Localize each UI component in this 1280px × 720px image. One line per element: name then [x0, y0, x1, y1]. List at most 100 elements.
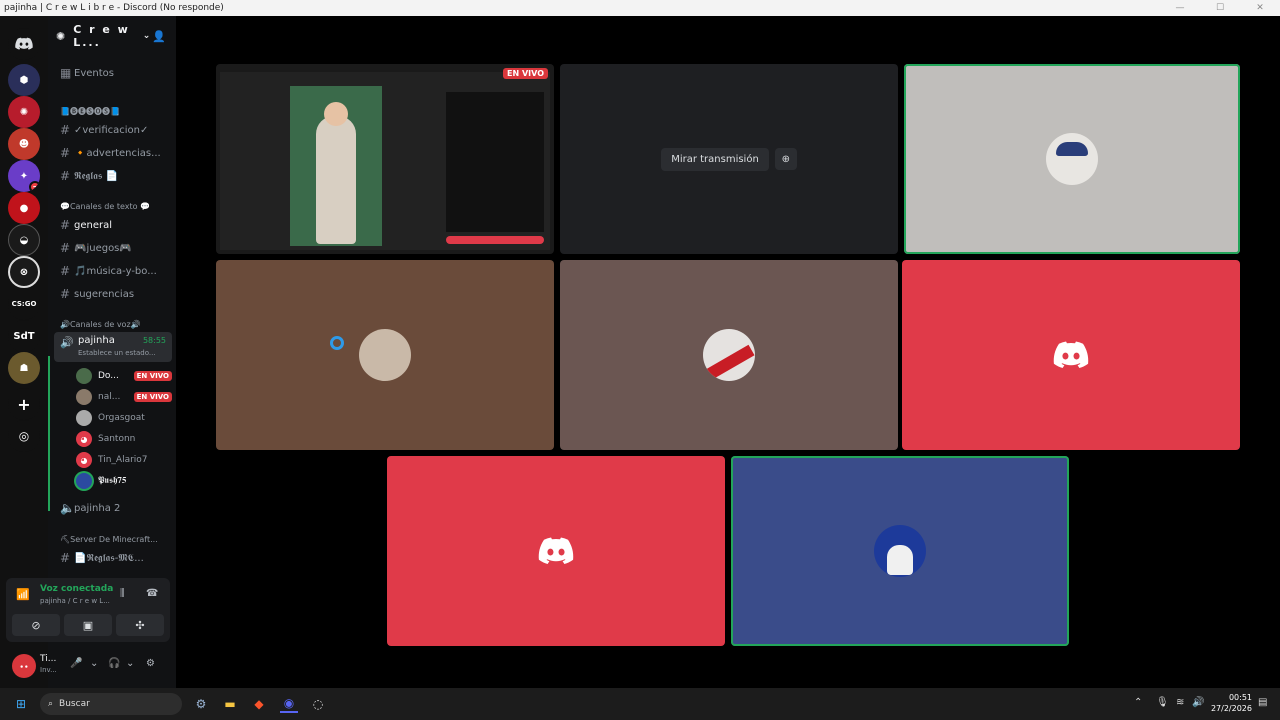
voice-user[interactable]: 𝕻𝖚𝖘𝖍𝟕𝟓: [76, 471, 172, 491]
user-tile-1[interactable]: [216, 260, 554, 450]
user-tile-4[interactable]: [387, 456, 725, 646]
user-avatar[interactable]: [12, 654, 36, 678]
hash-icon: #: [60, 218, 71, 232]
speaker-icon: 🔈: [60, 501, 75, 515]
discord-home-icon[interactable]: [8, 28, 40, 60]
discord-taskbar-icon[interactable]: ◉: [280, 695, 298, 713]
user-tile-3[interactable]: [902, 260, 1240, 450]
taskbar-clock[interactable]: 00:51 27/2/2026: [1211, 692, 1252, 714]
server-icon-7[interactable]: ⊗: [8, 256, 40, 288]
popout-icon[interactable]: ⊕: [774, 148, 797, 170]
channel-juegos[interactable]: # 🎮juegos🎮: [54, 238, 172, 258]
channel-general[interactable]: # general: [54, 215, 172, 235]
volume-icon[interactable]: 🔊: [1192, 697, 1204, 708]
stream-tile[interactable]: EN VIVO: [216, 64, 554, 254]
discord-logo-icon: [538, 537, 574, 565]
tray-chevron-icon[interactable]: ⌃: [1134, 697, 1142, 708]
channel-sugerencias[interactable]: # sugerencias: [54, 284, 172, 304]
discord-avatar-icon: ◕: [76, 431, 92, 447]
channel-musica[interactable]: # 🎵música-y-bo...: [54, 261, 172, 281]
server-icon-sdt[interactable]: SdT: [8, 320, 40, 352]
user-tile-sheep[interactable]: [904, 64, 1240, 254]
settings-icon[interactable]: ⚙: [192, 695, 210, 713]
category-minecraft[interactable]: ⛏Server De Minecraft...: [60, 532, 170, 546]
server-icon-6[interactable]: ◒: [8, 224, 40, 256]
guild-header[interactable]: ✺ C r e w L... ⌄ 👤: [48, 16, 176, 56]
avatar: [703, 329, 755, 381]
server-icon-5[interactable]: ●: [8, 192, 40, 224]
category-text[interactable]: 💬Canales de texto 💬: [60, 199, 170, 213]
discord-app: ⬢ ✺ ☻ ✦ 2 ● ◒ ⊗ CS:GO SdT ☗ + ◎ ✺ C r e w…: [0, 16, 1280, 688]
chevron-down-icon[interactable]: ⌄: [126, 658, 134, 669]
loading-cursor-icon: [330, 336, 344, 350]
camera-off-button[interactable]: ⊘: [12, 614, 60, 636]
headset-icon[interactable]: 🎧: [108, 658, 120, 669]
channel-events[interactable]: ▦ Eventos: [54, 63, 172, 83]
discord-logo-icon: [1053, 341, 1089, 369]
steam-icon[interactable]: ◌: [309, 695, 327, 713]
taskbar-search[interactable]: ⌕ Buscar: [40, 693, 182, 715]
watch-stream-button[interactable]: Mirar transmisión: [661, 147, 769, 171]
close-button[interactable]: ✕: [1240, 0, 1280, 16]
discover-icon[interactable]: ◎: [8, 420, 40, 452]
mention-badge: 2: [29, 181, 40, 192]
user-tile-2[interactable]: [560, 260, 898, 450]
voice-user[interactable]: Orgasgoat: [76, 408, 172, 428]
server-icon-1[interactable]: ⬢: [8, 64, 40, 96]
server-icon-4[interactable]: ✦ 2: [8, 160, 40, 192]
window-titlebar: pajinha | C r e w L i b r e - Discord (N…: [0, 0, 1280, 16]
user-tile-5[interactable]: [731, 456, 1069, 646]
voice-user[interactable]: nal... EN VIVO: [76, 387, 172, 407]
channel-advertencias[interactable]: # 🔸advertencias...: [54, 143, 172, 163]
screen-share-button[interactable]: ▣: [64, 614, 112, 636]
signal-icon: 📶: [16, 588, 30, 601]
voice-channel-pajinha-2[interactable]: 🔈 pajinha 2: [54, 498, 172, 518]
guild-logo-icon: ✺: [56, 29, 68, 43]
channel-reglas-mc[interactable]: # 📄𝕽𝖊𝖌𝖑𝖆𝖘-𝕸𝕮...: [54, 548, 172, 568]
category-voice[interactable]: 🔊Canales de voz🔊: [60, 317, 170, 331]
user-panel: Ti... Inv... 🎤 ⌄ 🎧 ⌄ ⚙: [6, 648, 170, 684]
voice-user[interactable]: ◕ Tin_Alario7: [76, 450, 172, 470]
voice-channel-pajinha[interactable]: 🔊 pajinha 58:55 Establece un estado...: [54, 332, 172, 362]
guild-name: C r e w L...: [73, 23, 130, 49]
minimize-button[interactable]: —: [1160, 0, 1200, 16]
avatar: [76, 389, 92, 405]
avatar: [1046, 133, 1098, 185]
category-1[interactable]: 📘🅑🅔🅢🅞🅢📘: [60, 104, 170, 118]
server-icon-2[interactable]: ✺: [8, 96, 40, 128]
channel-verificacion[interactable]: # ✓verificacion✓: [54, 120, 172, 140]
hash-icon: #: [60, 146, 71, 160]
avatar: [76, 473, 92, 489]
add-server-icon[interactable]: +: [8, 388, 40, 420]
voice-user[interactable]: ◕ Santonn: [76, 429, 172, 449]
discord-avatar-icon: ◕: [76, 452, 92, 468]
noise-suppression-icon[interactable]: ⫼: [120, 588, 125, 599]
mic-icon[interactable]: 🎤: [70, 658, 82, 669]
windows-icon[interactable]: ⊞: [12, 695, 30, 713]
voice-user[interactable]: Do... EN VIVO: [76, 366, 172, 386]
brave-browser-icon[interactable]: ◆: [250, 695, 268, 713]
mic-tray-icon[interactable]: 🎙: [1156, 697, 1169, 708]
file-explorer-icon[interactable]: ▬: [221, 695, 239, 713]
server-icon-3[interactable]: ☻: [8, 128, 40, 160]
server-icon-csgo[interactable]: CS:GO: [8, 288, 40, 320]
activities-button[interactable]: ✣: [116, 614, 164, 636]
add-user-icon[interactable]: 👤: [152, 30, 168, 43]
disconnect-icon[interactable]: ☎: [146, 588, 158, 599]
voice-connected-line: [48, 356, 50, 511]
gear-icon[interactable]: ⚙: [146, 658, 155, 669]
hash-icon: #: [60, 551, 71, 565]
stream-video-frame: [290, 86, 382, 246]
server-icon-8[interactable]: ☗: [8, 352, 40, 384]
chevron-down-icon[interactable]: ⌄: [90, 658, 98, 669]
maximize-button[interactable]: ☐: [1200, 0, 1240, 16]
avatar: [874, 525, 926, 577]
stream-tile-2[interactable]: Mirar transmisión ⊕: [560, 64, 898, 254]
channel-reglas[interactable]: # 𝕽𝖊𝖌𝖑𝖆𝖘 📄: [54, 166, 172, 186]
notification-icon[interactable]: ▤: [1258, 697, 1267, 708]
wifi-icon[interactable]: ≋: [1176, 697, 1184, 708]
avatar: [76, 410, 92, 426]
stream-chat-panel: [446, 92, 544, 232]
window-title: pajinha | C r e w L i b r e - Discord (N…: [4, 3, 224, 13]
hash-icon: #: [60, 169, 71, 183]
